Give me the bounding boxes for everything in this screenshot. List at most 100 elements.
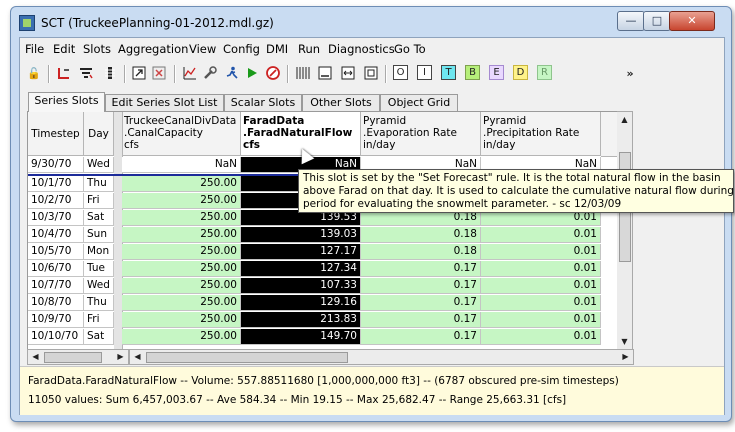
tooltip-line: This slot is set by the "Set Forecast" r…	[303, 172, 721, 184]
header-day[interactable]: Day	[84, 112, 114, 156]
vertical-scrollbar[interactable]: ▲ ▼	[617, 111, 633, 351]
run-person-icon[interactable]	[224, 65, 240, 81]
close-button[interactable]: ✕	[669, 11, 715, 31]
value-cell[interactable]: 250.00	[122, 210, 241, 226]
horizontal-scroll-thumb[interactable]	[146, 352, 348, 363]
lock-icon[interactable]: 🔓	[26, 65, 42, 81]
menu-dmi[interactable]: DMI	[266, 42, 288, 56]
menu-view[interactable]: View	[189, 42, 216, 56]
value-cell[interactable]: 250.00	[122, 176, 241, 192]
value-cell[interactable]: 250.00	[122, 193, 241, 209]
filter-b-button[interactable]: B	[465, 65, 480, 80]
title-bar[interactable]: SCT (TruckeePlanning-01-2012.mdl.gz) — □…	[11, 7, 731, 37]
value-cell[interactable]: 127.34	[241, 261, 361, 277]
value-cell[interactable]: 0.18	[361, 227, 481, 243]
scroll-right-icon[interactable]: ▶	[113, 350, 128, 364]
open-object-icon[interactable]	[131, 65, 147, 81]
stop-icon[interactable]	[265, 65, 281, 81]
value-cell[interactable]: 0.01	[481, 278, 601, 294]
filter-o-button[interactable]: O	[393, 65, 408, 80]
maximize-button[interactable]: □	[643, 11, 671, 31]
value-cell[interactable]: 0.17	[361, 261, 481, 277]
value-cell[interactable]: 250.00	[122, 244, 241, 260]
tab-series-slots[interactable]: Series Slots	[28, 92, 105, 112]
grid-columns-icon[interactable]	[295, 65, 311, 81]
header-precipitation-rate[interactable]: Pyramid .Precipitation Rate in/day	[481, 112, 601, 156]
day-cell: Fri	[84, 312, 114, 328]
menu-slots[interactable]: Slots	[83, 42, 111, 56]
expand-columns-icon[interactable]	[340, 65, 356, 81]
value-cell[interactable]: 250.00	[122, 312, 241, 328]
play-icon[interactable]	[244, 65, 260, 81]
scroll-left-icon[interactable]: ◀	[130, 350, 145, 364]
scroll-down-icon[interactable]: ▼	[617, 334, 632, 349]
value-cell[interactable]: 250.00	[122, 329, 241, 345]
value-cell[interactable]: 0.01	[481, 261, 601, 277]
menu-run[interactable]: Run	[298, 42, 320, 56]
filter-rows-icon[interactable]	[78, 65, 94, 81]
header-label: Timestep	[31, 128, 80, 140]
menu-edit[interactable]: Edit	[53, 42, 75, 56]
window-title: SCT (TruckeePlanning-01-2012.mdl.gz)	[41, 16, 274, 30]
value-cell[interactable]: 0.01	[481, 227, 601, 243]
value-cell[interactable]: 0.17	[361, 295, 481, 311]
scroll-left-icon[interactable]: ◀	[28, 350, 43, 364]
column-select-icon[interactable]	[102, 65, 118, 81]
value-cell[interactable]: 0.01	[481, 329, 601, 345]
header-evaporation-rate[interactable]: Pyramid .Evaporation Rate in/day	[361, 112, 481, 156]
horizontal-scroll-thumb[interactable]	[44, 352, 102, 363]
timestep-cell: 10/1/70	[28, 176, 84, 192]
initial-value-cell[interactable]: NaN	[122, 157, 241, 173]
flow-arrow-icon[interactable]	[56, 65, 72, 81]
tools-icon[interactable]	[202, 65, 218, 81]
value-cell[interactable]: 0.17	[361, 312, 481, 328]
filter-r-button[interactable]: R	[537, 65, 552, 80]
value-cell[interactable]: 129.16	[241, 295, 361, 311]
value-cell[interactable]: 0.01	[481, 295, 601, 311]
value-cell[interactable]: 139.03	[241, 227, 361, 243]
value-cell[interactable]: 0.01	[481, 312, 601, 328]
slot-grid[interactable]: Timestep Day TruckeeCanalDivData .CanalC…	[27, 111, 619, 351]
filter-t-button[interactable]: T	[441, 65, 456, 80]
value-cell[interactable]: 250.00	[122, 295, 241, 311]
value-cell[interactable]: 250.00	[122, 278, 241, 294]
value-cell[interactable]: 0.17	[361, 329, 481, 345]
tab-scalar-slots[interactable]: Scalar Slots	[224, 94, 302, 111]
menu-goto[interactable]: Go To	[394, 42, 426, 56]
scroll-right-icon[interactable]: ▶	[618, 350, 633, 364]
tab-edit-series-slot-list[interactable]: Edit Series Slot List	[105, 94, 224, 111]
menu-config[interactable]: Config	[223, 42, 260, 56]
menu-aggregation[interactable]: Aggregation	[118, 42, 188, 56]
value-cell[interactable]: 149.70	[241, 329, 361, 345]
value-cell[interactable]: 107.33	[241, 278, 361, 294]
toolbar-overflow-button[interactable]: »	[622, 65, 638, 81]
collapse-columns-icon[interactable]	[317, 65, 333, 81]
fit-columns-icon[interactable]	[363, 65, 379, 81]
app-icon	[19, 15, 35, 31]
filter-d-button[interactable]: D	[513, 65, 528, 80]
timestep-cell: 10/8/70	[28, 295, 84, 311]
horizontal-scrollbar-right[interactable]: ◀ ▶	[129, 349, 634, 365]
value-cell[interactable]: 0.01	[481, 244, 601, 260]
value-cell[interactable]: 250.00	[122, 227, 241, 243]
minimize-button[interactable]: —	[617, 11, 645, 31]
menu-file[interactable]: File	[25, 42, 44, 56]
value-cell[interactable]: 0.17	[361, 278, 481, 294]
clear-slot-icon[interactable]	[151, 65, 167, 81]
value-cell[interactable]: 250.00	[122, 261, 241, 277]
menu-diagnostics[interactable]: Diagnostics	[328, 42, 395, 56]
value-cell[interactable]: 213.83	[241, 312, 361, 328]
tab-other-slots[interactable]: Other Slots	[302, 94, 380, 111]
filter-e-button[interactable]: E	[489, 65, 504, 80]
plot-icon[interactable]	[182, 65, 198, 81]
value-cell[interactable]: 0.18	[361, 244, 481, 260]
slot-description-tooltip: This slot is set by the "Set Forecast" r…	[298, 169, 734, 213]
horizontal-scrollbar-left[interactable]: ◀ ▶	[27, 349, 129, 365]
tab-object-grid[interactable]: Object Grid	[380, 94, 458, 111]
value-cell[interactable]: 127.17	[241, 244, 361, 260]
scroll-up-icon[interactable]: ▲	[617, 112, 632, 127]
filter-i-button[interactable]: I	[417, 65, 432, 80]
header-timestep[interactable]: Timestep	[28, 112, 84, 156]
header-canal-capacity[interactable]: TruckeeCanalDivData .CanalCapacity cfs	[122, 112, 241, 156]
initial-timestep-cell: 9/30/70	[28, 157, 84, 173]
